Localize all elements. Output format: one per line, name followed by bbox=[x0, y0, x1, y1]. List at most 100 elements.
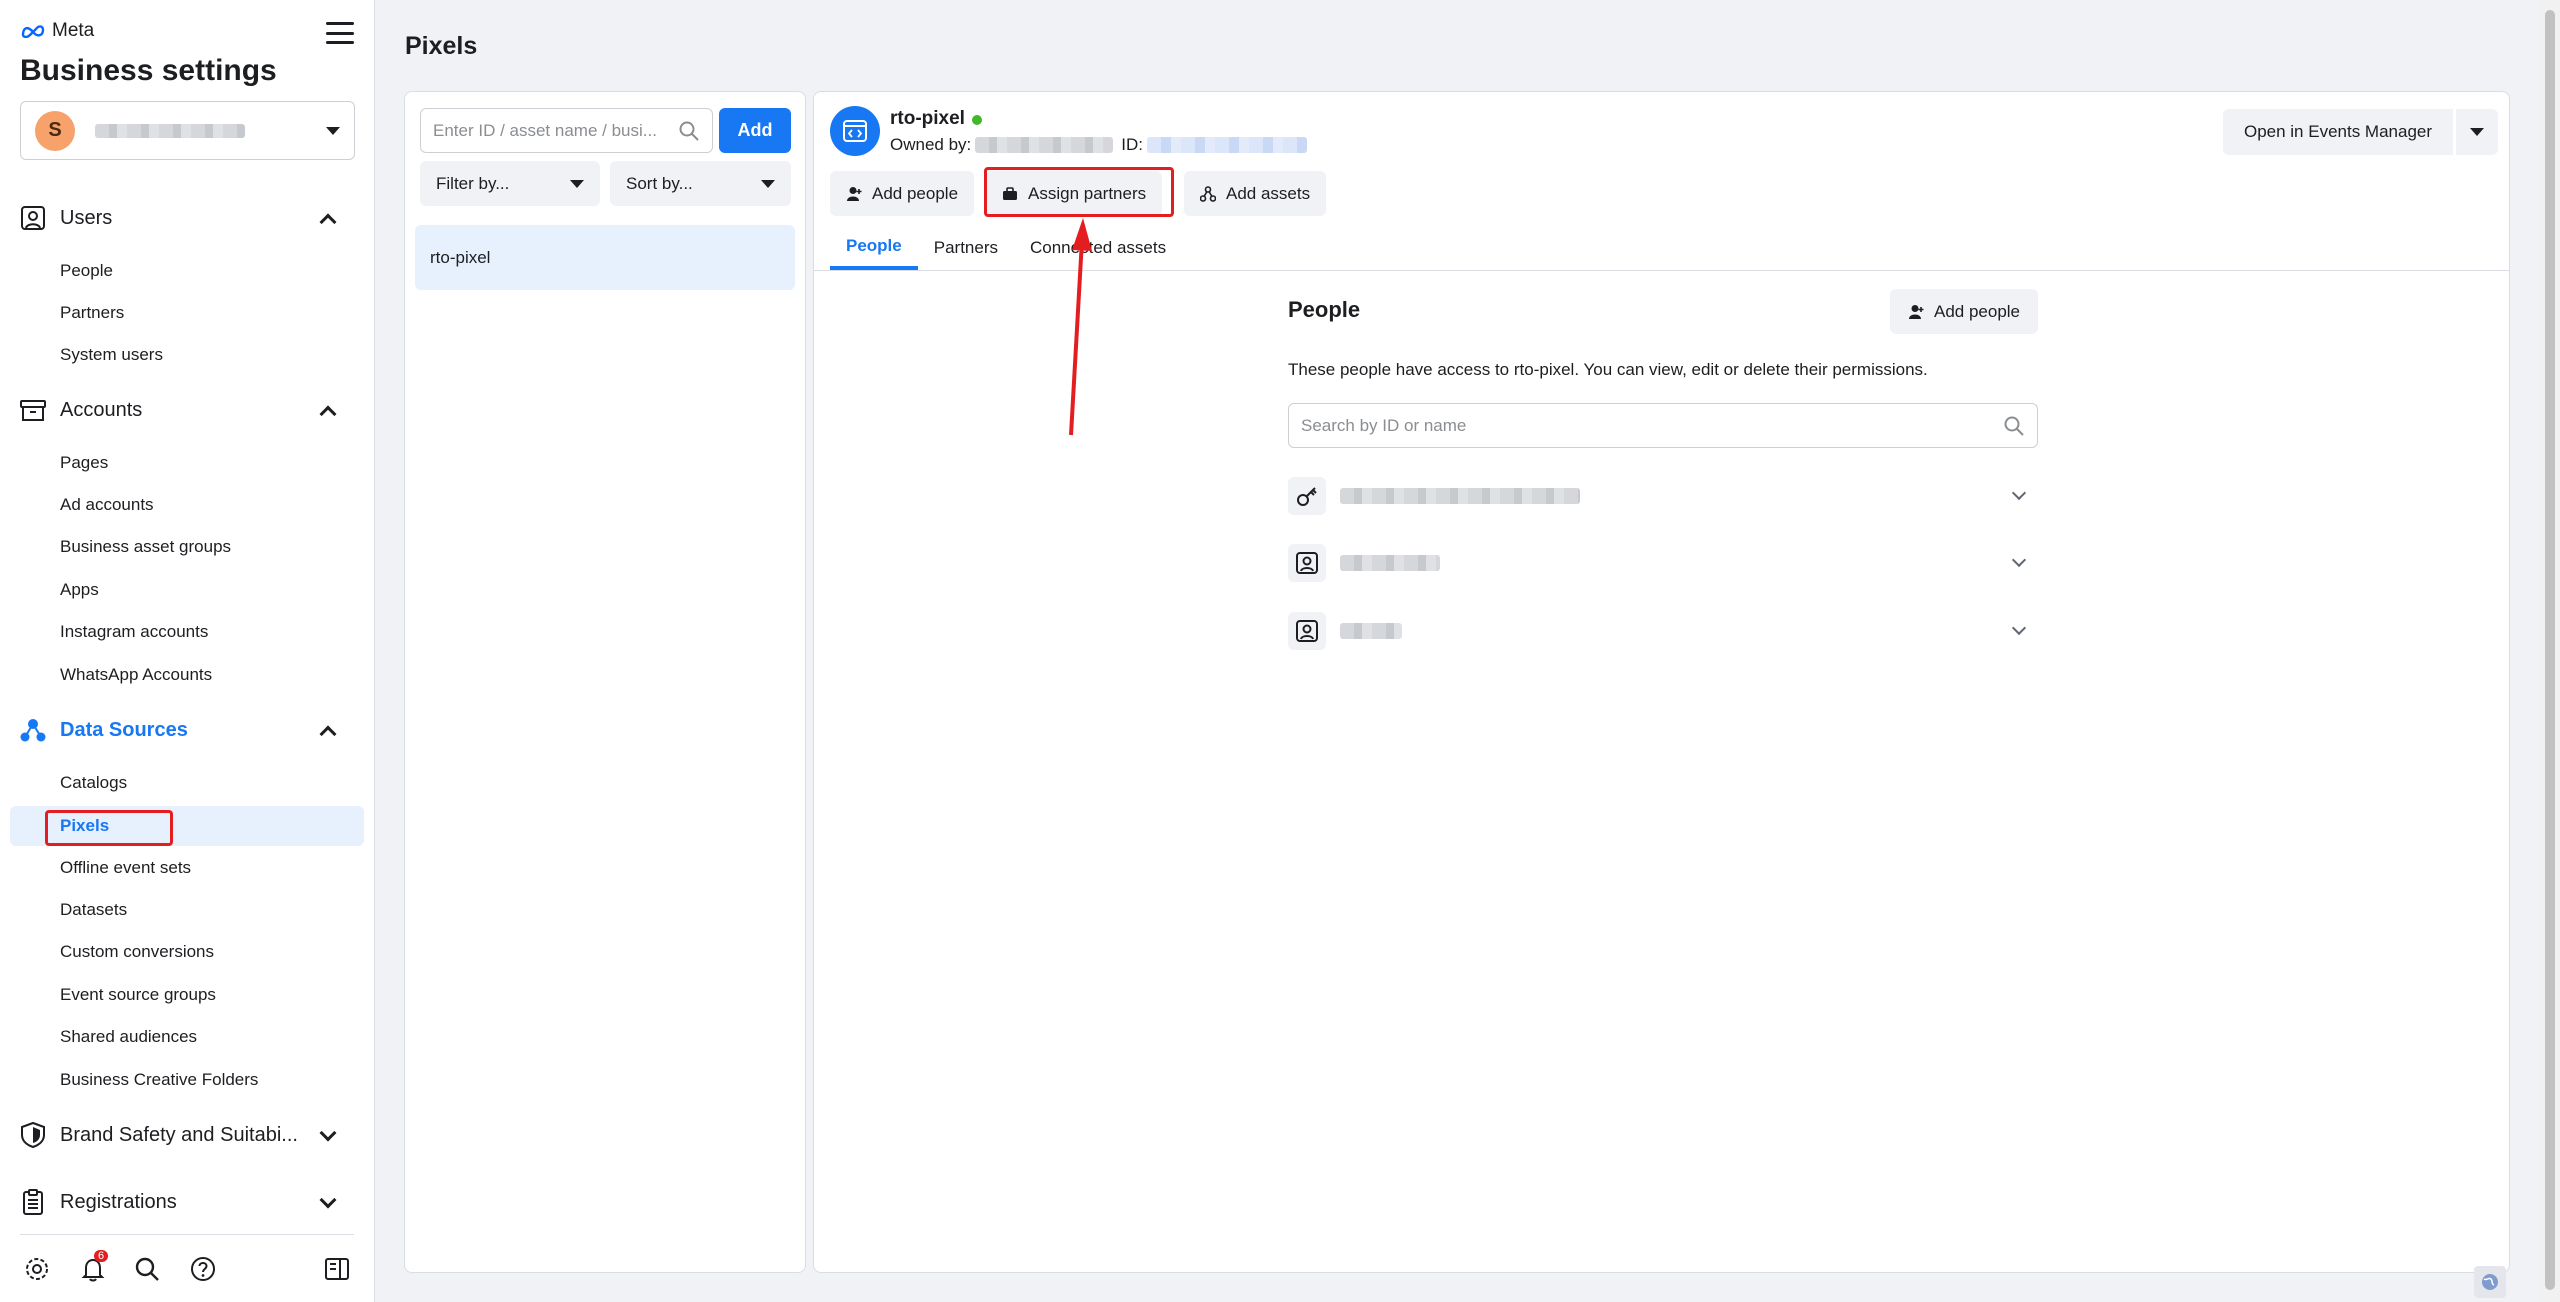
detail-tabs: People Partners Connected assets bbox=[830, 226, 1182, 270]
person-add-icon bbox=[847, 186, 862, 201]
person-name-redacted bbox=[1340, 555, 1440, 571]
meta-infinity-icon bbox=[21, 25, 45, 38]
user-badge-icon bbox=[1288, 612, 1326, 650]
divider bbox=[20, 1234, 354, 1235]
asset-search-input[interactable] bbox=[433, 120, 678, 141]
open-events-manager-button[interactable]: Open in Events Manager bbox=[2223, 109, 2453, 155]
section-accounts[interactable]: Accounts bbox=[0, 390, 375, 430]
add-assets-label: Add assets bbox=[1226, 183, 1311, 203]
sidebar-item-event-source-groups[interactable]: Event source groups bbox=[10, 975, 364, 1015]
owner-info: Owned by: ID: bbox=[890, 135, 1315, 155]
sidebar-item-shared-audiences[interactable]: Shared audiences bbox=[10, 1017, 364, 1057]
list-item[interactable]: rto-pixel bbox=[415, 225, 795, 290]
panel-toggle-icon[interactable] bbox=[320, 1252, 354, 1286]
gear-icon[interactable] bbox=[20, 1252, 54, 1286]
chevron-up-icon bbox=[319, 405, 337, 423]
search-icon[interactable] bbox=[130, 1252, 164, 1286]
add-people-label: Add people bbox=[1933, 301, 2021, 321]
people-search[interactable] bbox=[1288, 403, 2038, 448]
assets-icon bbox=[1200, 185, 1216, 202]
caret-down-icon bbox=[570, 179, 584, 188]
section-label: Accounts bbox=[60, 398, 143, 421]
sidebar-item-catalogs[interactable]: Catalogs bbox=[10, 763, 364, 803]
pixel-icon bbox=[830, 106, 880, 156]
filter-label: Filter by... bbox=[436, 173, 510, 193]
asset-search[interactable] bbox=[420, 108, 713, 153]
people-title: People bbox=[1288, 297, 1361, 322]
sort-label: Sort by... bbox=[626, 173, 693, 193]
help-icon[interactable] bbox=[186, 1252, 220, 1286]
sidebar-item-apps[interactable]: Apps bbox=[10, 570, 364, 610]
page-scrollbar[interactable] bbox=[2540, 0, 2560, 1302]
events-manager-dropdown[interactable] bbox=[2456, 109, 2498, 155]
sort-dropdown[interactable]: Sort by... bbox=[610, 161, 791, 206]
status-dot bbox=[972, 115, 982, 125]
chevron-down-icon bbox=[319, 1191, 337, 1209]
brand-name: Meta bbox=[52, 20, 95, 41]
person-row[interactable] bbox=[1288, 474, 2038, 518]
data-sources-icon bbox=[18, 715, 48, 745]
add-assets-button[interactable]: Add assets bbox=[1184, 171, 1327, 216]
sidebar-item-pixels[interactable]: Pixels bbox=[10, 806, 364, 846]
add-button[interactable]: Add bbox=[719, 108, 791, 153]
add-people-button-secondary[interactable]: Add people bbox=[1890, 289, 2038, 334]
main-title: Pixels bbox=[405, 32, 478, 60]
business-selector[interactable]: S bbox=[20, 101, 355, 160]
asset-list-panel: Add Filter by... Sort by... rto-pixel bbox=[404, 91, 806, 1273]
section-label: Users bbox=[60, 206, 113, 229]
person-name-redacted bbox=[1340, 623, 1402, 639]
caret-down-icon bbox=[761, 179, 775, 188]
sidebar-item-partners[interactable]: Partners bbox=[10, 293, 364, 333]
section-users[interactable]: Users bbox=[0, 198, 375, 238]
sidebar-item-people[interactable]: People bbox=[10, 251, 364, 291]
sidebar-item-offline-event-sets[interactable]: Offline event sets bbox=[10, 848, 364, 888]
search-icon bbox=[679, 121, 699, 141]
sidebar-item-pages[interactable]: Pages bbox=[10, 443, 364, 483]
caret-down-icon bbox=[326, 126, 340, 135]
add-people-label: Add people bbox=[872, 183, 959, 203]
sidebar-item-business-creative-folders[interactable]: Business Creative Folders bbox=[10, 1060, 364, 1100]
menu-toggle-icon[interactable] bbox=[326, 22, 354, 44]
person-row[interactable] bbox=[1288, 609, 2038, 653]
owned-by-label: Owned by: bbox=[890, 135, 972, 154]
chevron-down-icon bbox=[2011, 552, 2027, 568]
tab-partners[interactable]: Partners bbox=[918, 226, 1014, 270]
chevron-down-icon bbox=[319, 1124, 337, 1142]
users-icon bbox=[18, 203, 48, 233]
person-name-redacted bbox=[1340, 488, 1580, 504]
shield-icon bbox=[18, 1120, 48, 1150]
section-label: Data Sources bbox=[60, 718, 188, 741]
filter-dropdown[interactable]: Filter by... bbox=[420, 161, 600, 206]
section-registrations[interactable]: Registrations bbox=[0, 1182, 375, 1222]
chevron-up-icon bbox=[319, 725, 337, 743]
sidebar-item-custom-conversions[interactable]: Custom conversions bbox=[10, 932, 364, 972]
sidebar-item-datasets[interactable]: Datasets bbox=[10, 890, 364, 930]
person-row[interactable] bbox=[1288, 541, 2038, 585]
user-badge-icon bbox=[1288, 544, 1326, 582]
scroll-thumb[interactable] bbox=[2545, 10, 2555, 1290]
sidebar-item-whatsapp-accounts[interactable]: WhatsApp Accounts bbox=[10, 655, 364, 695]
bell-icon[interactable]: 6 bbox=[76, 1250, 110, 1286]
section-data-sources[interactable]: Data Sources bbox=[0, 710, 375, 750]
section-label: Registrations bbox=[60, 1190, 177, 1213]
briefcase-icon bbox=[1003, 186, 1017, 200]
sidebar-item-instagram-accounts[interactable]: Instagram accounts bbox=[10, 612, 364, 652]
globe-icon[interactable] bbox=[2474, 1266, 2506, 1298]
sidebar-item-ad-accounts[interactable]: Ad accounts bbox=[10, 485, 364, 525]
chevron-down-icon bbox=[2011, 485, 2027, 501]
people-search-input[interactable] bbox=[1301, 415, 2003, 436]
add-people-button[interactable]: Add people bbox=[830, 171, 975, 216]
people-description: These people have access to rto-pixel. Y… bbox=[1288, 360, 1928, 379]
page-heading: Business settings bbox=[20, 54, 277, 87]
owner-name-redacted bbox=[975, 137, 1114, 153]
section-brand-safety[interactable]: Brand Safety and Suitabi... bbox=[0, 1115, 375, 1155]
sidebar: Meta Business settings S Users People Pa… bbox=[0, 0, 375, 1302]
business-avatar: S bbox=[35, 110, 75, 151]
sidebar-item-system-users[interactable]: System users bbox=[10, 335, 364, 375]
meta-logo: Meta bbox=[20, 20, 94, 42]
accounts-icon bbox=[18, 395, 48, 425]
sidebar-item-business-asset-groups[interactable]: Business asset groups bbox=[10, 527, 364, 567]
business-name-redacted bbox=[95, 123, 245, 138]
tab-people[interactable]: People bbox=[830, 226, 918, 270]
asset-id-redacted[interactable] bbox=[1147, 137, 1307, 153]
